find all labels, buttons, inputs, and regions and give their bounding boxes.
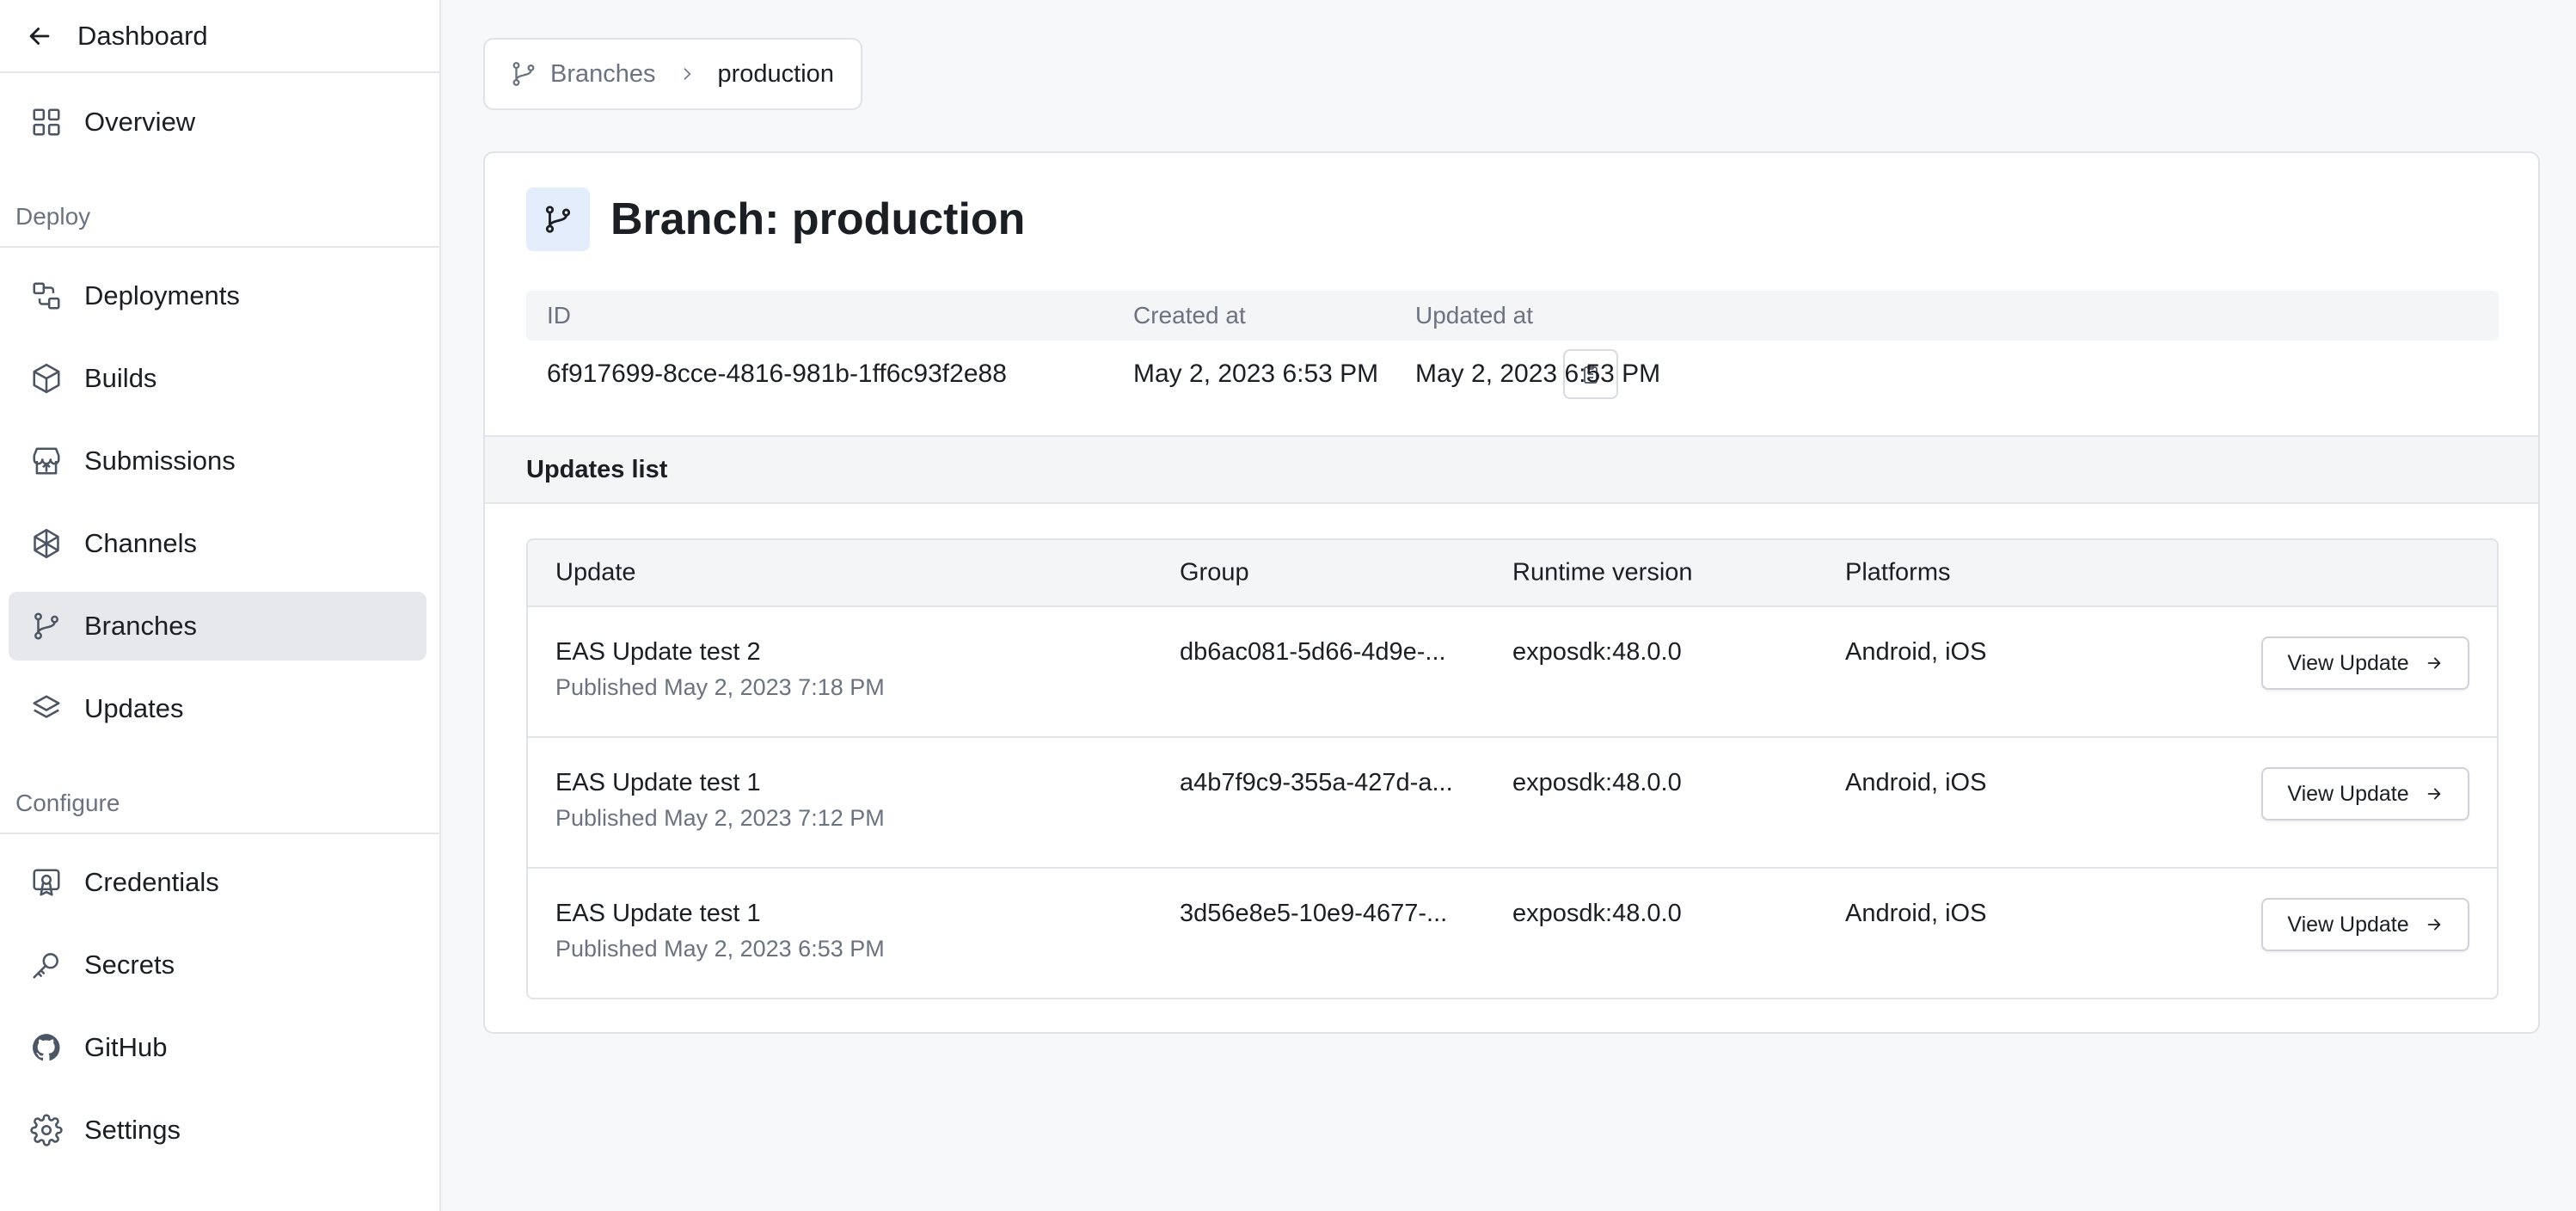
grid-icon <box>29 105 64 139</box>
certificate-icon <box>29 865 64 900</box>
sidebar-item-label: Submissions <box>84 446 236 476</box>
update-group: 3d56e8e5-10e9-4677-... <box>1180 900 1448 927</box>
sidebar-item-overview[interactable]: Overview <box>9 88 426 157</box>
branch-badge <box>526 187 590 251</box>
view-update-button[interactable]: View Update <box>2261 767 2469 821</box>
view-update-button[interactable]: View Update <box>2261 636 2469 690</box>
cube-icon <box>29 361 64 396</box>
store-upload-icon <box>29 444 64 478</box>
arrow-left-icon <box>24 21 55 52</box>
breadcrumb-current: production <box>717 59 834 88</box>
key-icon <box>29 948 64 982</box>
sidebar-item-github[interactable]: GitHub <box>9 1013 426 1082</box>
breadcrumb: Branches production <box>483 38 862 110</box>
arrow-right-icon <box>2427 919 2440 931</box>
sidebar-item-settings[interactable]: Settings <box>9 1096 426 1165</box>
update-group: db6ac081-5d66-4d9e-... <box>1180 638 1446 666</box>
view-update-button[interactable]: View Update <box>2261 898 2469 951</box>
update-name: EAS Update test 1 <box>555 769 761 796</box>
sidebar-item-label: Credentials <box>84 867 219 897</box>
sidebar-item-updates[interactable]: Updates <box>9 674 426 743</box>
branch-id: 6f917699-8cce-4816-981b-1ff6c93f2e88 <box>547 360 1007 388</box>
arrow-right-icon <box>2427 657 2440 669</box>
git-branch-icon <box>512 62 535 86</box>
column-header-update: Update <box>555 558 636 587</box>
branch-card: Branch: production ID Created at Updated… <box>483 151 2540 1034</box>
sidebar-item-deployments[interactable]: Deployments <box>9 261 426 330</box>
column-header-group: Group <box>1180 558 1249 587</box>
meta-header-row: ID Created at Updated at <box>526 291 2499 341</box>
sidebar-item-label: Builds <box>84 363 157 393</box>
sidebar-item-channels[interactable]: Channels <box>9 509 426 578</box>
update-runtime: exposdk:48.0.0 <box>1512 769 1682 796</box>
meta-header-created: Created at <box>1133 302 1246 329</box>
updates-table: Update Group Runtime version Platforms E… <box>526 538 2499 999</box>
column-header-platforms: Platforms <box>1845 558 1951 587</box>
github-icon <box>29 1030 64 1065</box>
table-row: EAS Update test 1 Published May 2, 2023 … <box>528 869 2497 998</box>
update-runtime: exposdk:48.0.0 <box>1512 638 1682 666</box>
table-header: Update Group Runtime version Platforms <box>528 540 2497 607</box>
channels-icon <box>29 526 64 561</box>
chevron-right-icon <box>684 68 691 80</box>
meta-header-updated: Updated at <box>1415 302 1533 329</box>
update-group: a4b7f9c9-355a-427d-a... <box>1180 769 1453 796</box>
sidebar-item-label: Updates <box>84 693 184 723</box>
git-branch-icon <box>29 609 64 643</box>
update-platforms: Android, iOS <box>1845 900 1987 927</box>
dashboard-label: Dashboard <box>77 20 208 51</box>
table-row: EAS Update test 2 Published May 2, 2023 … <box>528 607 2497 738</box>
section-deploy-heading: Deploy <box>0 203 439 248</box>
sidebar-item-label: Secrets <box>84 950 175 980</box>
sidebar-item-branches[interactable]: Branches <box>9 592 426 661</box>
sidebar: Dashboard Overview Deploy Deployments Bu… <box>0 0 441 1211</box>
sidebar-item-builds[interactable]: Builds <box>9 344 426 413</box>
gear-icon <box>29 1113 64 1147</box>
update-published: Published May 2, 2023 7:12 PM <box>555 805 885 831</box>
sidebar-item-label: Branches <box>84 611 197 641</box>
sidebar-item-label: Settings <box>84 1115 181 1145</box>
branch-header: Branch: production <box>526 187 1025 251</box>
deployments-icon <box>29 279 64 313</box>
sidebar-item-label: GitHub <box>84 1032 168 1062</box>
update-published: Published May 2, 2023 6:53 PM <box>555 936 885 962</box>
page-title: Branch: production <box>610 194 1026 244</box>
update-platforms: Android, iOS <box>1845 769 1987 796</box>
update-name: EAS Update test 2 <box>555 638 761 666</box>
sidebar-item-label: Deployments <box>84 280 240 310</box>
column-header-runtime: Runtime version <box>1512 558 1693 587</box>
sidebar-item-credentials[interactable]: Credentials <box>9 848 426 917</box>
sidebar-item-submissions[interactable]: Submissions <box>9 427 426 495</box>
meta-value-row: 6f917699-8cce-4816-981b-1ff6c93f2e88 May… <box>526 341 2499 408</box>
created-at: May 2, 2023 6:53 PM <box>1133 360 1379 388</box>
table-row: EAS Update test 1 Published May 2, 2023 … <box>528 738 2497 869</box>
updates-list-heading: Updates list <box>485 435 2538 504</box>
layers-icon <box>29 692 64 726</box>
git-branch-icon <box>545 206 571 233</box>
breadcrumb-branches-link[interactable]: Branches <box>550 60 656 89</box>
update-platforms: Android, iOS <box>1845 638 1987 666</box>
sidebar-item-label: Overview <box>84 107 196 137</box>
sidebar-item-secrets[interactable]: Secrets <box>9 931 426 999</box>
updated-at: May 2, 2023 6:53 PM <box>1415 360 1661 388</box>
update-runtime: exposdk:48.0.0 <box>1512 900 1682 927</box>
dashboard-back-link[interactable]: Dashboard <box>0 0 439 73</box>
sidebar-item-label: Channels <box>84 528 197 558</box>
update-name: EAS Update test 1 <box>555 900 761 927</box>
section-configure-heading: Configure <box>0 790 439 834</box>
arrow-right-icon <box>2427 788 2440 800</box>
update-published: Published May 2, 2023 7:18 PM <box>555 674 885 700</box>
meta-header-id: ID <box>547 302 571 329</box>
